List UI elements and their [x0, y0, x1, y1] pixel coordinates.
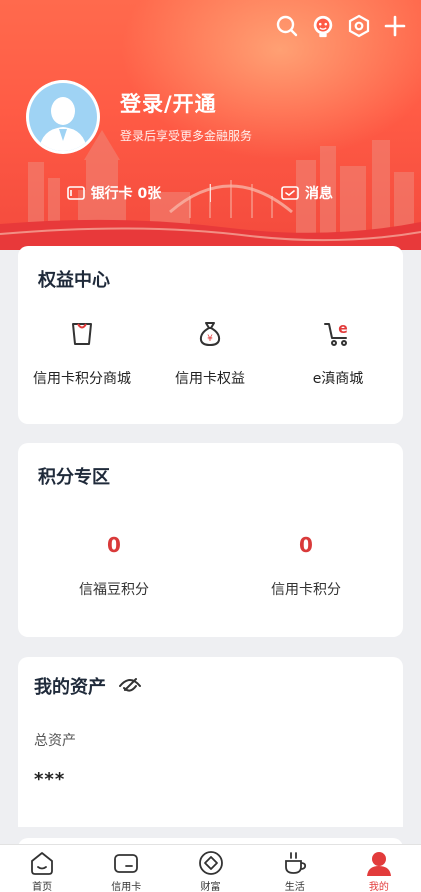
benefits-title: 权益中心: [38, 270, 110, 291]
svg-text:¥: ¥: [207, 334, 213, 344]
tab-mine[interactable]: 我的: [337, 845, 421, 892]
tab-home[interactable]: 首页: [0, 845, 84, 892]
assets-panel: 我的资产 总资产 ***: [18, 657, 403, 827]
settings-icon[interactable]: [347, 12, 371, 40]
customer-service-icon[interactable]: [311, 12, 335, 40]
messages-label: 消息: [305, 186, 333, 202]
points-panel: 积分专区 0 信福豆积分 0 信用卡积分: [18, 443, 403, 637]
tab-label: 我的: [368, 882, 389, 892]
plus-icon[interactable]: [383, 12, 407, 40]
coffee-cup-icon: [280, 849, 310, 877]
river-illustration: [0, 219, 421, 250]
tab-label: 生活: [284, 882, 305, 892]
home-icon: [27, 849, 57, 877]
bank-card-entry[interactable]: 银行卡 0张: [18, 183, 210, 203]
points-value: 0: [299, 533, 313, 557]
benefit-label: 信用卡积分商城: [33, 371, 131, 387]
points-title: 积分专区: [38, 467, 110, 488]
user-silhouette-icon: [29, 83, 97, 151]
eye-off-icon[interactable]: [118, 676, 142, 696]
total-assets-label: 总资产: [34, 733, 76, 749]
svg-text:e: e: [338, 321, 348, 337]
benefits-panel: 权益中心 信用卡积分商城 ¥ 信用卡权益 e e滇商城: [18, 246, 403, 424]
assets-header: 我的资产: [34, 673, 142, 699]
points-label: 信福豆积分: [79, 582, 149, 598]
points-item-xinfudou[interactable]: 0 信福豆积分: [18, 533, 210, 599]
search-icon[interactable]: [275, 12, 299, 40]
messages-entry[interactable]: 消息: [211, 183, 403, 203]
tab-label: 信用卡: [111, 882, 142, 892]
login-title[interactable]: 登录/开通: [120, 88, 217, 118]
benefit-label: e滇商城: [312, 371, 364, 387]
money-bag-icon: ¥: [146, 318, 274, 348]
shopping-bag-icon: [18, 318, 146, 348]
bank-card-icon: [66, 186, 85, 200]
profile-header: 登录/开通 登录后享受更多金融服务 银行卡 0张 消息: [0, 0, 421, 250]
credit-card-icon: [111, 849, 141, 877]
message-icon: [281, 186, 299, 200]
points-value: 0: [107, 533, 121, 557]
wealth-icon: [196, 849, 226, 877]
total-assets-value: ***: [34, 769, 66, 790]
shopping-cart-icon: e: [274, 318, 402, 348]
bottom-tab-bar: 首页 信用卡 财富 生活 我的: [0, 844, 421, 892]
tab-credit-card[interactable]: 信用卡: [84, 845, 168, 892]
bank-card-label: 银行卡 0张: [90, 186, 162, 202]
login-subtitle: 登录后享受更多金融服务: [120, 129, 253, 143]
benefit-item-card-rights[interactable]: ¥ 信用卡权益: [146, 318, 274, 388]
user-icon: [364, 849, 394, 877]
benefit-item-e-mall[interactable]: e e滇商城: [274, 318, 402, 388]
tab-label: 首页: [32, 882, 53, 892]
assets-title: 我的资产: [34, 677, 106, 698]
tab-wealth[interactable]: 财富: [168, 845, 252, 892]
tab-life[interactable]: 生活: [253, 845, 337, 892]
tab-label: 财富: [200, 882, 221, 892]
header-actions: [275, 12, 407, 40]
benefit-label: 信用卡权益: [175, 371, 245, 387]
benefit-item-points-mall[interactable]: 信用卡积分商城: [18, 318, 146, 388]
avatar[interactable]: [26, 80, 100, 154]
points-label: 信用卡积分: [271, 582, 341, 598]
account-summary-bar: 银行卡 0张 消息: [18, 172, 403, 214]
points-item-credit-card[interactable]: 0 信用卡积分: [210, 533, 402, 599]
